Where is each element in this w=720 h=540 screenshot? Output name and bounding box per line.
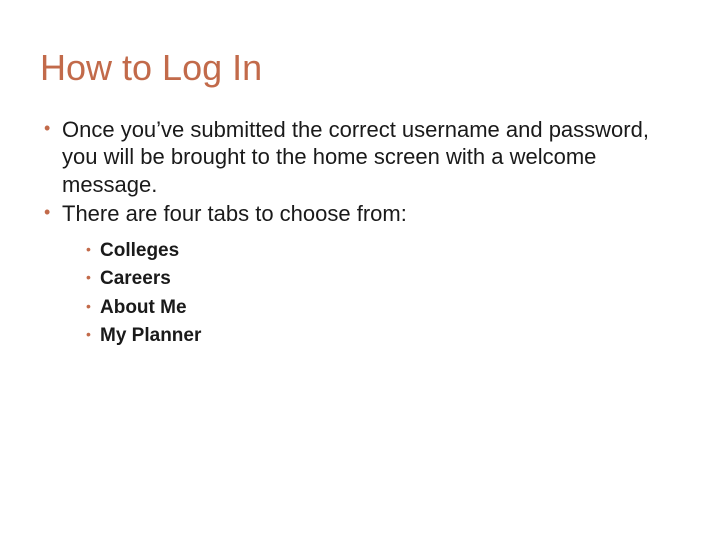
list-item: About Me (86, 295, 680, 322)
bullet-list: Once you’ve submitted the correct userna… (40, 116, 680, 350)
sub-bullet-list: Colleges Careers About Me My Planner (62, 238, 680, 350)
sub-bullet-text: Careers (100, 268, 171, 289)
sub-bullet-text: About Me (100, 297, 187, 318)
sub-bullet-text: Colleges (100, 240, 179, 261)
bullet-text: Once you’ve submitted the correct userna… (62, 117, 649, 197)
list-item: My Planner (86, 323, 680, 350)
list-item: Careers (86, 266, 680, 293)
sub-bullet-text: My Planner (100, 325, 201, 346)
list-item: There are four tabs to choose from: Coll… (44, 200, 680, 350)
bullet-text: There are four tabs to choose from: (62, 201, 407, 226)
list-item: Colleges (86, 238, 680, 265)
slide: How to Log In Once you’ve submitted the … (0, 0, 720, 540)
list-item: Once you’ve submitted the correct userna… (44, 116, 680, 199)
slide-title: How to Log In (40, 48, 680, 88)
